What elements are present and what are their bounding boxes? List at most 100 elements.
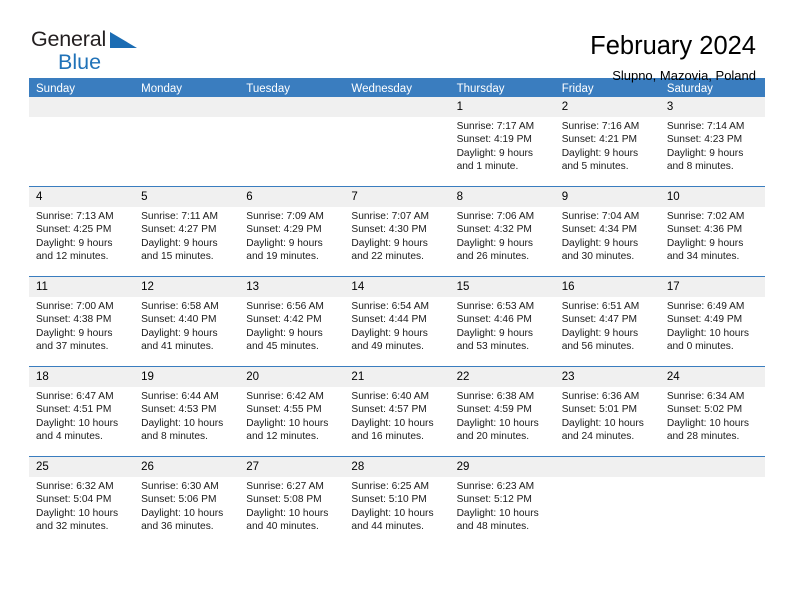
calendar-day-cell[interactable]: 29 Sunrise: 6:23 AM Sunset: 5:12 PM Dayligh… bbox=[449, 457, 555, 546]
calendar-day-cell[interactable]: 3 Sunrise: 7:14 AM Sunset: 4:23 PM Daylight… bbox=[659, 97, 765, 186]
calendar-day-cell[interactable]: 24 Sunrise: 6:34 AM Sunset: 5:02 PM Dayligh… bbox=[659, 367, 765, 456]
calendar-day-cell[interactable]: 19 Sunrise: 6:44 AM Sunset: 4:53 PM Dayligh… bbox=[134, 367, 240, 456]
calendar-day-cell[interactable]: 14 Sunrise: 6:54 AM Sunset: 4:44 PM Dayligh… bbox=[344, 277, 450, 366]
day-number: 11 bbox=[29, 277, 135, 297]
daylight-duration-line2: and 56 minutes. bbox=[561, 341, 635, 353]
calendar-week-row: 25 Sunrise: 6:32 AM Sunset: 5:04 PM Dayligh… bbox=[29, 456, 765, 546]
day-number: 1 bbox=[449, 97, 555, 117]
calendar-day-cell[interactable]: 10 Sunrise: 7:02 AM Sunset: 4:36 PM Dayligh… bbox=[659, 187, 765, 276]
calendar-day-cell[interactable]: 13 Sunrise: 6:56 AM Sunset: 4:42 PM Dayligh… bbox=[239, 277, 345, 366]
sunset-time: Sunset: 4:29 PM bbox=[246, 224, 322, 236]
sunrise-time: Sunrise: 6:56 AM bbox=[246, 301, 324, 312]
sunset-time: Sunset: 4:57 PM bbox=[351, 404, 427, 416]
day-sun-info: Sunrise: 6:58 AM Sunset: 4:40 PM Daylight:… bbox=[134, 297, 239, 354]
sunset-time: Sunset: 5:08 PM bbox=[246, 494, 322, 506]
sunset-time: Sunset: 4:53 PM bbox=[141, 404, 217, 416]
calendar-day-cell[interactable]: 11 Sunrise: 7:00 AM Sunset: 4:38 PM Dayligh… bbox=[29, 277, 135, 366]
calendar-day-cell[interactable]: 7 Sunrise: 7:07 AM Sunset: 4:30 PM Daylight… bbox=[344, 187, 450, 276]
sunset-time: Sunset: 4:46 PM bbox=[456, 314, 532, 326]
calendar-week-row: 18 Sunrise: 6:47 AM Sunset: 4:51 PM Dayligh… bbox=[29, 366, 765, 456]
daylight-duration-line1: Daylight: 9 hours bbox=[561, 327, 639, 339]
day-sun-info: Sunrise: 6:47 AM Sunset: 4:51 PM Daylight:… bbox=[29, 387, 134, 444]
sunrise-time: Sunrise: 6:38 AM bbox=[456, 391, 535, 402]
day-sun-info: Sunrise: 6:49 AM Sunset: 4:49 PM Daylight:… bbox=[660, 297, 765, 354]
daylight-duration-line1: Daylight: 9 hours bbox=[351, 237, 428, 249]
day-sun-info: Sunrise: 6:34 AM Sunset: 5:02 PM Daylight:… bbox=[660, 387, 765, 444]
day-number: 22 bbox=[449, 367, 555, 387]
day-sun-info: Sunrise: 7:06 AM Sunset: 4:32 PM Daylight:… bbox=[450, 207, 555, 264]
calendar-day-cell[interactable]: 5 Sunrise: 7:11 AM Sunset: 4:27 PM Daylight… bbox=[134, 187, 240, 276]
day-number: 10 bbox=[659, 187, 765, 207]
sunset-time: Sunset: 4:30 PM bbox=[351, 224, 427, 236]
sunrise-time: Sunrise: 7:14 AM bbox=[666, 121, 745, 132]
calendar-day-cell-empty bbox=[29, 97, 135, 186]
calendar-day-cell[interactable]: 23 Sunrise: 6:36 AM Sunset: 5:01 PM Dayligh… bbox=[554, 367, 660, 456]
day-number: 9 bbox=[554, 187, 660, 207]
daylight-duration-line1: Daylight: 10 hours bbox=[351, 507, 434, 519]
weekday-header-monday: Monday bbox=[141, 83, 183, 95]
sunset-time: Sunset: 4:21 PM bbox=[561, 134, 638, 146]
day-sun-info: Sunrise: 6:51 AM Sunset: 4:47 PM Daylight:… bbox=[555, 297, 660, 354]
daylight-duration-line2: and 19 minutes. bbox=[246, 251, 319, 263]
sunrise-time: Sunrise: 6:49 AM bbox=[666, 301, 745, 312]
sunset-time: Sunset: 4:23 PM bbox=[666, 134, 743, 146]
calendar-day-cell[interactable]: 2 Sunrise: 7:16 AM Sunset: 4:21 PM Daylight… bbox=[554, 97, 660, 186]
day-number bbox=[134, 97, 240, 117]
daylight-duration-line1: Daylight: 10 hours bbox=[666, 327, 749, 339]
daylight-duration-line1: Daylight: 9 hours bbox=[456, 327, 534, 339]
calendar-day-cell[interactable]: 18 Sunrise: 6:47 AM Sunset: 4:51 PM Dayligh… bbox=[29, 367, 135, 456]
day-number bbox=[659, 457, 765, 477]
calendar-day-cell-empty bbox=[344, 97, 450, 186]
calendar-day-cell[interactable]: 27 Sunrise: 6:27 AM Sunset: 5:08 PM Dayligh… bbox=[239, 457, 345, 546]
calendar-day-cell[interactable]: 6 Sunrise: 7:09 AM Sunset: 4:29 PM Daylight… bbox=[239, 187, 345, 276]
daylight-duration-line2: and 44 minutes. bbox=[351, 521, 424, 533]
calendar-day-cell[interactable]: 17 Sunrise: 6:49 AM Sunset: 4:49 PM Dayligh… bbox=[659, 277, 765, 366]
sunrise-time: Sunrise: 6:27 AM bbox=[246, 481, 324, 492]
sunset-time: Sunset: 5:04 PM bbox=[36, 494, 112, 506]
day-sun-info: Sunrise: 6:54 AM Sunset: 4:44 PM Daylight:… bbox=[344, 297, 449, 354]
calendar-day-cell[interactable]: 9 Sunrise: 7:04 AM Sunset: 4:34 PM Daylight… bbox=[554, 187, 660, 276]
daylight-duration-line1: Daylight: 10 hours bbox=[141, 507, 224, 519]
calendar-day-cell[interactable]: 25 Sunrise: 6:32 AM Sunset: 5:04 PM Dayligh… bbox=[29, 457, 135, 546]
calendar-day-cell[interactable]: 22 Sunrise: 6:38 AM Sunset: 4:59 PM Dayligh… bbox=[449, 367, 555, 456]
day-sun-info: Sunrise: 6:23 AM Sunset: 5:12 PM Daylight:… bbox=[450, 477, 555, 534]
calendar-day-cell[interactable]: 21 Sunrise: 6:40 AM Sunset: 4:57 PM Dayligh… bbox=[344, 367, 450, 456]
day-sun-info: Sunrise: 6:32 AM Sunset: 5:04 PM Daylight:… bbox=[29, 477, 134, 534]
daylight-duration-line2: and 12 minutes. bbox=[36, 251, 109, 263]
calendar-day-cell[interactable]: 12 Sunrise: 6:58 AM Sunset: 4:40 PM Dayligh… bbox=[134, 277, 240, 366]
page-header: General Blue February 2024 Slupno, Mazov… bbox=[0, 0, 792, 83]
daylight-duration-line2: and 15 minutes. bbox=[141, 251, 214, 263]
daylight-duration-line2: and 48 minutes. bbox=[456, 521, 530, 533]
sunset-time: Sunset: 4:25 PM bbox=[36, 224, 112, 236]
day-sun-info: Sunrise: 7:09 AM Sunset: 4:29 PM Daylight:… bbox=[239, 207, 344, 264]
calendar-day-cell[interactable]: 20 Sunrise: 6:42 AM Sunset: 4:55 PM Dayligh… bbox=[239, 367, 345, 456]
sunset-time: Sunset: 4:42 PM bbox=[246, 314, 322, 326]
calendar-day-cell[interactable]: 8 Sunrise: 7:06 AM Sunset: 4:32 PM Daylight… bbox=[449, 187, 555, 276]
daylight-duration-line2: and 26 minutes. bbox=[456, 251, 530, 263]
weekday-header-wednesday: Wednesday bbox=[351, 83, 412, 95]
day-number: 6 bbox=[239, 187, 345, 207]
calendar-day-cell[interactable]: 4 Sunrise: 7:13 AM Sunset: 4:25 PM Daylight… bbox=[29, 187, 135, 276]
sunrise-time: Sunrise: 6:51 AM bbox=[561, 301, 640, 312]
sunrise-time: Sunrise: 7:02 AM bbox=[666, 211, 745, 222]
daylight-duration-line1: Daylight: 9 hours bbox=[36, 237, 113, 249]
calendar-day-cell-empty bbox=[554, 457, 660, 546]
logo-text-blue: Blue bbox=[58, 50, 102, 74]
day-number: 24 bbox=[659, 367, 765, 387]
day-sun-info: Sunrise: 7:17 AM Sunset: 4:19 PM Daylight:… bbox=[450, 117, 555, 174]
calendar-day-cell[interactable]: 16 Sunrise: 6:51 AM Sunset: 4:47 PM Dayligh… bbox=[554, 277, 660, 366]
calendar-day-cell[interactable]: 28 Sunrise: 6:25 AM Sunset: 5:10 PM Dayligh… bbox=[344, 457, 450, 546]
sunrise-time: Sunrise: 6:34 AM bbox=[666, 391, 745, 402]
daylight-duration-line2: and 5 minutes. bbox=[561, 161, 629, 173]
calendar-day-cell[interactable]: 15 Sunrise: 6:53 AM Sunset: 4:46 PM Dayligh… bbox=[449, 277, 555, 366]
sunset-time: Sunset: 5:12 PM bbox=[456, 494, 532, 506]
day-number bbox=[554, 457, 660, 477]
calendar-day-cell[interactable]: 26 Sunrise: 6:30 AM Sunset: 5:06 PM Dayligh… bbox=[134, 457, 240, 546]
sunset-time: Sunset: 4:55 PM bbox=[246, 404, 322, 416]
sunrise-time: Sunrise: 6:53 AM bbox=[456, 301, 535, 312]
daylight-duration-line2: and 36 minutes. bbox=[141, 521, 214, 533]
day-number: 12 bbox=[134, 277, 240, 297]
daylight-duration-line1: Daylight: 10 hours bbox=[36, 507, 119, 519]
calendar-day-cell[interactable]: 1 Sunrise: 7:17 AM Sunset: 4:19 PM Daylight… bbox=[449, 97, 555, 186]
weekday-header-sunday: Sunday bbox=[36, 83, 76, 95]
